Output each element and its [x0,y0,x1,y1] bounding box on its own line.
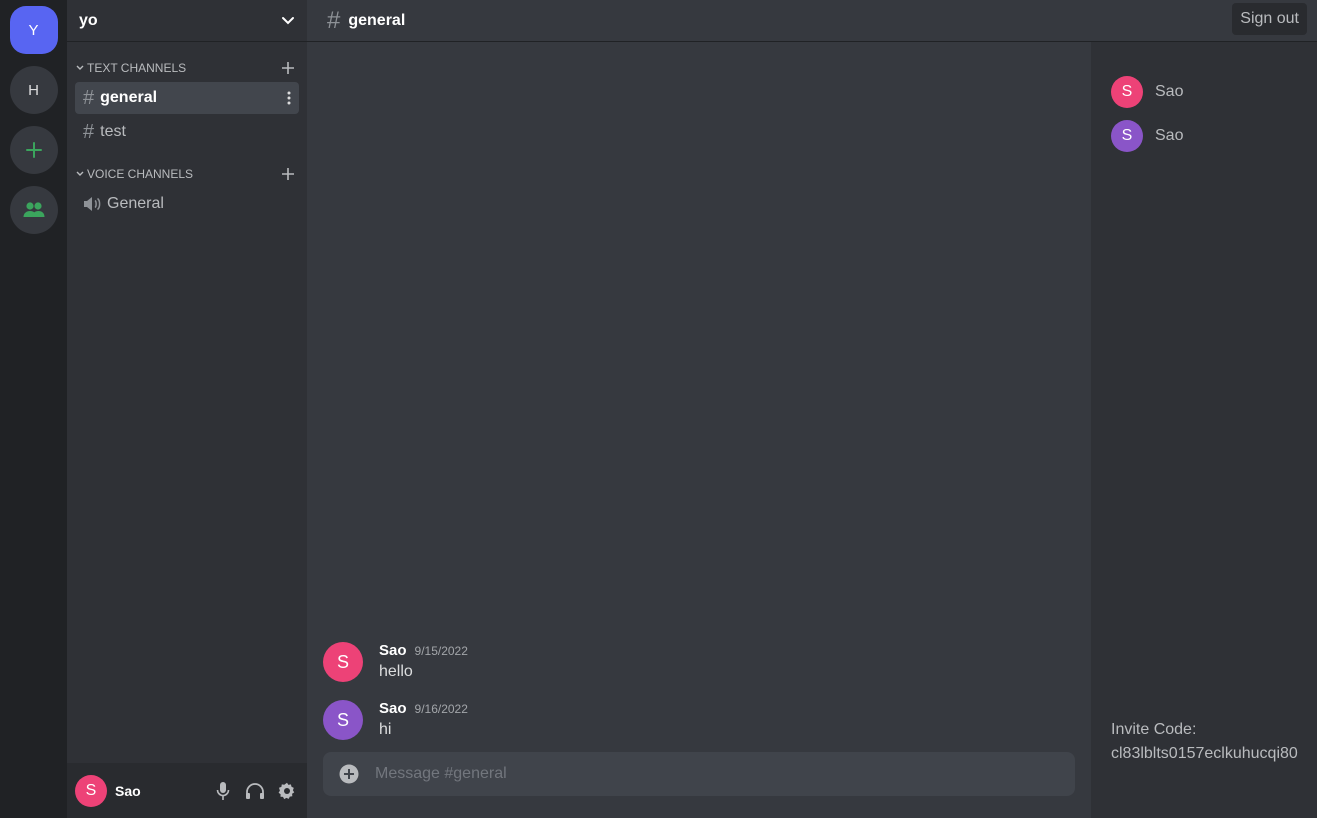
category-label: VOICE CHANNELS [87,167,194,181]
category-voice-channels[interactable]: VOICE CHANNELS [75,162,299,186]
category-label: TEXT CHANNELS [87,61,187,75]
server-header[interactable]: yo [67,0,307,42]
channel-name: test [100,123,126,140]
avatar-letter: S [1121,83,1133,100]
add-server-button[interactable] [9,126,58,174]
avatar: S [1111,120,1143,152]
more-vertical-icon[interactable] [287,91,291,105]
server-y-label: Y [28,21,39,39]
message-list: S Sao 9/15/2022 hello S Sao 9/16/2022 hi [307,42,1091,752]
server-h-label: H [28,81,39,99]
channel-list: TEXT CHANNELS # general # test VOICE CHA… [67,42,307,763]
channel-sidebar: yo TEXT CHANNELS # general # test VOICE … [67,0,307,818]
sign-out-button[interactable]: Sign out [1232,3,1307,35]
avatar: S [1111,76,1143,108]
speaker-icon [84,197,101,211]
mute-button[interactable] [211,779,235,803]
message-text: hello [379,663,413,680]
category-text-channels[interactable]: TEXT CHANNELS [75,56,299,80]
message-composer [323,752,1075,796]
member-item[interactable]: S Sao [1091,114,1317,158]
plus-icon [25,142,42,158]
plus-icon[interactable] [281,167,295,181]
invite-code[interactable]: cl83lblts0157eclkuhucqi80 [1111,742,1298,766]
avatar[interactable]: S [75,774,107,807]
settings-button[interactable] [275,779,299,803]
user-panel: S Sao [67,763,307,818]
friends-button[interactable] [9,186,58,234]
deafen-button[interactable] [243,779,267,803]
chevron-down-icon [282,16,294,24]
plus-icon[interactable] [281,61,295,75]
voice-channel-general[interactable]: General [75,188,299,220]
member-list: S Sao S Sao Invite Code: cl83lblts0157ec… [1091,0,1317,818]
gear-icon [278,782,295,799]
message-item: S Sao 9/16/2022 hi [323,700,1075,740]
user-name: Sao [115,782,141,799]
avatar-letter: S [336,709,349,730]
people-icon [23,202,44,217]
message-author[interactable]: Sao [379,700,407,717]
avatar-letter: S [336,651,349,672]
hash-icon: # [327,6,341,34]
app-root: Y H yo TEXT CHANNELS # general # test VO… [0,0,1317,818]
microphone-icon [216,781,230,800]
channel-name: General [107,195,164,212]
message-timestamp: 9/15/2022 [414,644,468,658]
member-item[interactable]: S Sao [1091,70,1317,114]
member-name: Sao [1155,127,1184,144]
message-input[interactable] [375,765,1059,783]
member-name: Sao [1155,83,1184,100]
message-author[interactable]: Sao [379,642,407,659]
hash-icon: # [83,120,95,143]
message-item: S Sao 9/15/2022 hello [323,642,1075,682]
channel-general[interactable]: # general [75,82,299,114]
channel-test[interactable]: # test [75,116,299,148]
server-y[interactable]: Y [9,6,58,54]
avatar-letter: S [1121,127,1133,144]
avatar[interactable]: S [323,700,363,740]
chevron-down-icon [76,65,84,70]
channel-title: general [348,11,406,29]
channel-name: general [100,89,158,106]
headphones-icon [246,782,264,799]
plus-circle-icon[interactable] [339,764,359,784]
server-name: yo [79,11,98,29]
invite-code-box: Invite Code: cl83lblts0157eclkuhucqi80 [1111,718,1298,766]
invite-label: Invite Code: [1111,721,1197,738]
server-h[interactable]: H [9,66,58,114]
chat-area: # general S Sao 9/15/2022 hello S Sao 9/… [307,0,1317,818]
hash-icon: # [83,86,95,109]
chevron-down-icon [76,171,84,176]
avatar-letter: S [85,781,97,799]
channel-header: # general [307,0,1317,42]
avatar[interactable]: S [323,642,363,682]
server-rail: Y H [0,0,67,818]
message-text: hi [379,721,392,738]
message-timestamp: 9/16/2022 [414,702,468,716]
